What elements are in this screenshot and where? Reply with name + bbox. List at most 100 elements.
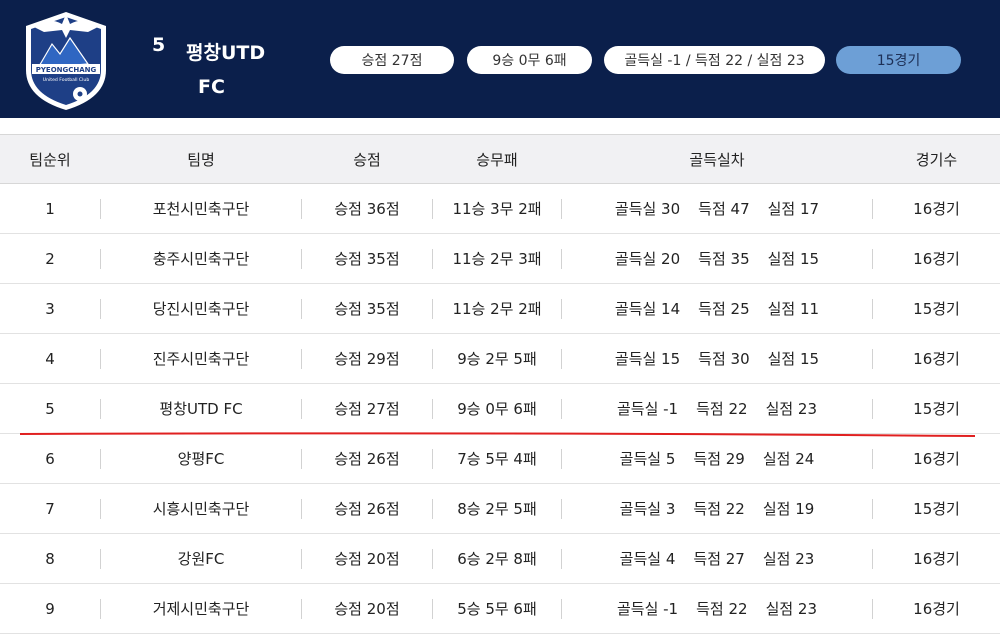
row-games: 15경기 xyxy=(913,300,960,318)
row-goal-diff: 골득실 -1 xyxy=(616,600,679,618)
row-record: 11승 2무 2패 xyxy=(452,300,542,318)
column-header-record: 승무패 xyxy=(476,151,518,169)
row-team-name: 강원FC xyxy=(177,550,225,568)
row-games: 16경기 xyxy=(913,600,960,618)
column-header-games: 경기수 xyxy=(915,151,958,169)
row-points: 승점 27점 xyxy=(334,400,400,418)
row-team-name: 거제시민축구단 xyxy=(152,600,250,618)
row-games: 16경기 xyxy=(913,550,960,568)
row-team-name: 당진시민축구단 xyxy=(152,300,250,318)
row-goals-for: 득점 22 xyxy=(696,600,748,618)
row-goals-against: 실점 17 xyxy=(767,200,820,218)
row-record: 5승 5무 6패 xyxy=(457,600,537,618)
team-name-line2: FC xyxy=(198,76,225,98)
table-row: 7 시흥시민축구단 승점 26점 8승 2무 5패 골득실 3 득점 22 실점 19 15경… xyxy=(0,484,1000,534)
team-name-line1: 평창UTD xyxy=(186,42,266,64)
row-goal-stats: 골득실 20 득점 35 실점 15 xyxy=(562,234,872,284)
team-summary-header: PYEONGCHANG United Football Club 5 평창UTD… xyxy=(0,0,1000,118)
row-goal-stats: 골득실 -1 득점 22 실점 23 xyxy=(562,584,872,634)
row-team-name: 포천시민축구단 xyxy=(152,200,250,218)
row-goal-diff: 골득실 20 xyxy=(614,250,681,268)
svg-text:PYEONGCHANG: PYEONGCHANG xyxy=(36,66,97,74)
row-goals-for: 득점 30 xyxy=(698,350,750,368)
row-rank: 7 xyxy=(45,500,55,518)
row-goals-against: 실점 15 xyxy=(767,350,820,368)
row-games: 16경기 xyxy=(913,350,960,368)
row-goal-diff: 골득실 -1 xyxy=(616,400,679,418)
row-goal-stats: 골득실 14 득점 25 실점 11 xyxy=(562,284,872,334)
row-rank: 3 xyxy=(45,300,55,318)
row-rank: 8 xyxy=(45,550,55,568)
row-goal-diff: 골득실 4 xyxy=(619,550,676,568)
row-points: 승점 26점 xyxy=(334,500,400,518)
row-goals-for: 득점 29 xyxy=(693,450,745,468)
row-record: 6승 2무 8패 xyxy=(457,550,537,568)
row-record: 7승 5무 4패 xyxy=(457,450,537,468)
column-header-rank: 팀순위 xyxy=(29,151,71,169)
row-goal-diff: 골득실 5 xyxy=(619,450,676,468)
row-goals-for: 득점 27 xyxy=(693,550,745,568)
row-goal-stats: 골득실 15 득점 30 실점 15 xyxy=(562,334,872,384)
table-row: 2 충주시민축구단 승점 35점 11승 2무 3패 골득실 20 득점 35 실점 15 1… xyxy=(0,234,1000,284)
row-points: 승점 35점 xyxy=(334,300,400,318)
row-goal-stats: 골득실 5 득점 29 실점 24 xyxy=(562,434,872,484)
row-record: 11승 2무 3패 xyxy=(452,250,542,268)
table-row: 4 진주시민축구단 승점 29점 9승 2무 5패 골득실 15 득점 30 실점 15 16… xyxy=(0,334,1000,384)
row-goals-against: 실점 23 xyxy=(765,600,818,618)
row-games: 16경기 xyxy=(913,200,960,218)
row-points: 승점 26점 xyxy=(334,450,400,468)
table-row: 5 평창UTD FC 승점 27점 9승 0무 6패 골득실 -1 득점 22 실점 23 1… xyxy=(0,384,1000,434)
games-badge: 15경기 xyxy=(836,46,961,74)
row-record: 9승 0무 6패 xyxy=(457,400,537,418)
row-points: 승점 20점 xyxy=(334,550,400,568)
row-rank: 6 xyxy=(45,450,55,468)
row-team-name: 충주시민축구단 xyxy=(152,250,250,268)
row-goal-diff: 골득실 3 xyxy=(619,500,676,518)
team-crest-logo: PYEONGCHANG United Football Club xyxy=(26,12,106,110)
record-badge: 9승 0무 6패 xyxy=(467,46,592,74)
row-points: 승점 36점 xyxy=(334,200,400,218)
row-team-name: 양평FC xyxy=(177,450,225,468)
row-rank: 2 xyxy=(45,250,55,268)
row-games: 16경기 xyxy=(913,450,960,468)
row-team-name: 평창UTD FC xyxy=(159,400,243,418)
row-record: 11승 3무 2패 xyxy=(452,200,542,218)
row-points: 승점 29점 xyxy=(334,350,400,368)
goals-badge: 골득실 -1 / 득점 22 / 실점 23 xyxy=(604,46,825,74)
svg-text:United Football Club: United Football Club xyxy=(43,77,90,83)
row-record: 8승 2무 5패 xyxy=(457,500,537,518)
row-goal-stats: 골득실 3 득점 22 실점 19 xyxy=(562,484,872,534)
table-header: 팀순위 팀명 승점 승무패 골득실차 경기수 xyxy=(0,134,1000,184)
row-goal-diff: 골득실 14 xyxy=(614,300,681,318)
column-header-goal-diff: 골득실차 xyxy=(689,151,745,169)
table-row: 3 당진시민축구단 승점 35점 11승 2무 2패 골득실 14 득점 25 실점 11 1… xyxy=(0,284,1000,334)
row-goals-for: 득점 47 xyxy=(698,200,750,218)
row-goals-for: 득점 22 xyxy=(693,500,745,518)
row-goals-against: 실점 24 xyxy=(762,450,815,468)
row-goals-against: 실점 11 xyxy=(767,300,820,318)
row-goals-against: 실점 19 xyxy=(762,500,815,518)
row-goal-stats: 골득실 4 득점 27 실점 23 xyxy=(562,534,872,584)
row-games: 16경기 xyxy=(913,250,960,268)
row-rank: 4 xyxy=(45,350,55,368)
row-goal-stats: 골득실 30 득점 47 실점 17 xyxy=(562,184,872,234)
row-record: 9승 2무 5패 xyxy=(457,350,537,368)
row-rank: 5 xyxy=(45,400,55,418)
column-header-points: 승점 xyxy=(353,151,381,169)
table-row: 8 강원FC 승점 20점 6승 2무 8패 골득실 4 득점 27 실점 23 16경기 xyxy=(0,534,1000,584)
row-rank: 9 xyxy=(45,600,55,618)
row-games: 15경기 xyxy=(913,400,960,418)
points-badge: 승점 27점 xyxy=(330,46,454,74)
team-name: 평창UTD FC xyxy=(186,34,276,106)
standings-table: 팀순위 팀명 승점 승무패 골득실차 경기수 1 포천시민축구단 승점 36점 11승… xyxy=(0,134,1000,634)
row-team-name: 진주시민축구단 xyxy=(152,350,250,368)
table-row: 1 포천시민축구단 승점 36점 11승 3무 2패 골득실 30 득점 47 실점 17 1… xyxy=(0,184,1000,234)
row-team-name: 시흥시민축구단 xyxy=(152,500,250,518)
row-goals-against: 실점 23 xyxy=(762,550,815,568)
row-points: 승점 20점 xyxy=(334,600,400,618)
table-row: 6 양평FC 승점 26점 7승 5무 4패 골득실 5 득점 29 실점 24 16경기 xyxy=(0,434,1000,484)
row-goals-against: 실점 15 xyxy=(767,250,820,268)
row-goal-diff: 골득실 15 xyxy=(614,350,681,368)
row-goals-against: 실점 23 xyxy=(765,400,818,418)
table-row: 9 거제시민축구단 승점 20점 5승 5무 6패 골득실 -1 득점 22 실점 23 16… xyxy=(0,584,1000,634)
